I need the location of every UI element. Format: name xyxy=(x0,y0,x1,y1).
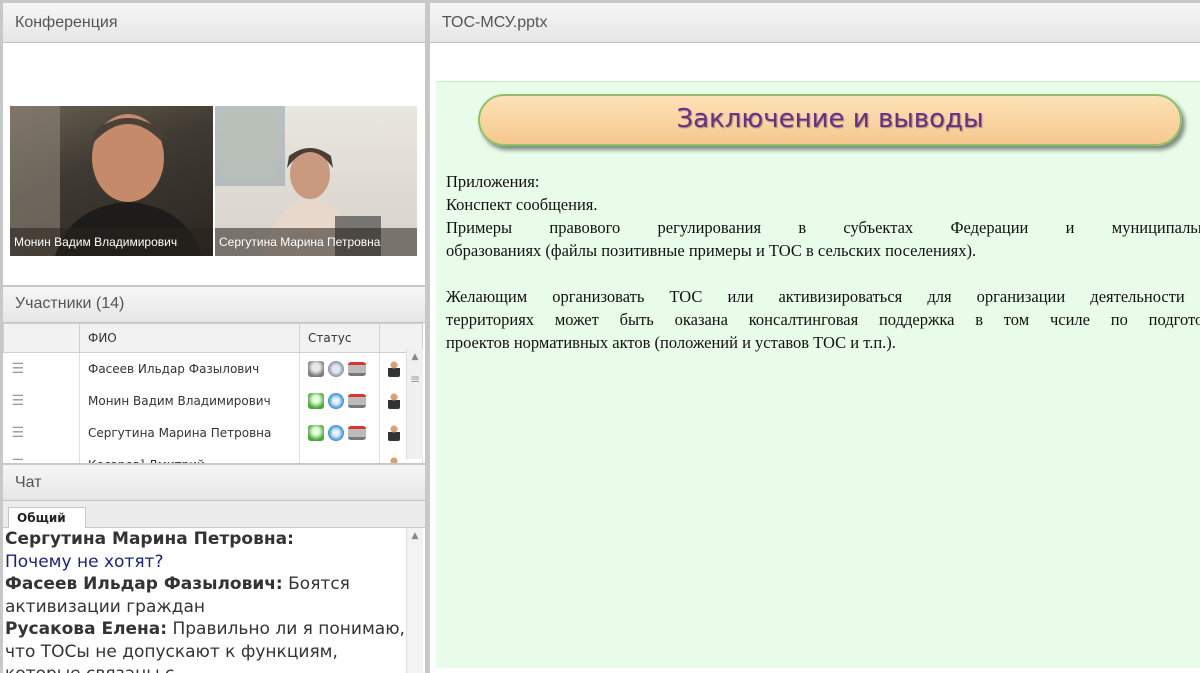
chat-tabs: Общий xyxy=(3,501,425,528)
slide-line: Приложения: xyxy=(446,172,540,191)
screen-share-icon[interactable] xyxy=(348,362,366,376)
camera-icon[interactable] xyxy=(328,425,344,441)
scroll-up-icon[interactable]: ▲ xyxy=(407,528,423,544)
chat-message: Фасеев Ильдар Фазылович: Боятся активиза… xyxy=(5,573,405,618)
slide-line: образованиях (файлы позитивные примеры и… xyxy=(446,241,977,260)
video-tile-sergutina[interactable]: Сергутина Марина Петровна xyxy=(215,106,417,256)
user-role-icon xyxy=(388,457,400,463)
slide-title: Заключение и выводы xyxy=(478,94,1182,146)
table-row[interactable]: ☰ Фасеев Ильдар Фазылович xyxy=(3,352,423,385)
chat-scrollbar[interactable]: ▲ xyxy=(406,528,423,673)
table-row[interactable]: ☰ Кесарев] Дмитрий xyxy=(3,449,423,463)
microphone-icon[interactable] xyxy=(308,425,324,441)
slide-line: Конспект сообщения. xyxy=(446,195,598,214)
chat-messages: Сергутина Марина Петровна: Почему не хот… xyxy=(5,528,405,673)
table-row[interactable]: ☰ Монин Вадим Владимирович xyxy=(3,385,423,417)
slide-line: Желающим организовать ТОС или активизиро… xyxy=(446,287,1200,306)
chat-message: Русакова Елена: Правильно ли я понимаю, … xyxy=(5,618,405,673)
slide-line: территориях может быть оказана консалтин… xyxy=(446,310,1200,329)
user-role-icon xyxy=(388,393,400,409)
participants-title: Участники (14) xyxy=(3,287,425,323)
participants-scrollbar[interactable]: ▲ ≡ xyxy=(406,349,423,459)
message-text: Почему не хотят? xyxy=(5,551,164,572)
camera-icon[interactable] xyxy=(328,361,344,377)
participants-table: ФИО Статус ☰ Фасеев Ильдар Фазылович ☰ М… xyxy=(3,323,423,463)
presentation-panel: ТОС-МСУ.pptx Заключение и выводы Приложе… xyxy=(430,3,1200,673)
slide-line: Примеры правового регулирования в субъек… xyxy=(446,218,1200,237)
participant-name: Монин Вадим Владимирович xyxy=(79,385,300,417)
tab-general[interactable]: Общий xyxy=(8,507,86,528)
slide-body: Приложения: Конспект сообщения. Примеры … xyxy=(446,170,1200,354)
screen-share-icon[interactable] xyxy=(348,394,366,408)
message-author: Сергутина Марина Петровна: xyxy=(5,529,294,549)
drag-handle-icon[interactable]: ☰ xyxy=(12,361,25,377)
video-caption-sergutina: Сергутина Марина Петровна xyxy=(215,228,417,256)
message-author: Русакова Елена: xyxy=(5,619,168,639)
chat-message: Сергутина Марина Петровна: Почему не хот… xyxy=(5,528,405,573)
drag-handle-icon[interactable]: ☰ xyxy=(12,457,25,463)
participant-name: Кесарев] Дмитрий xyxy=(79,449,300,463)
column-header-name[interactable]: ФИО xyxy=(79,323,300,353)
participant-name: Фасеев Ильдар Фазылович xyxy=(79,352,300,385)
user-role-icon xyxy=(388,361,400,377)
scroll-up-icon[interactable]: ▲ xyxy=(407,349,423,365)
message-author: Фасеев Ильдар Фазылович: xyxy=(5,574,283,594)
screen-share-icon[interactable] xyxy=(348,426,366,440)
video-tile-monin[interactable]: Монин Вадим Владимирович xyxy=(10,106,213,256)
conference-panel: Конференция Монин Вадим Владимирович Сер… xyxy=(3,3,425,285)
chat-title: Чат xyxy=(3,465,425,501)
participant-name: Сергутина Марина Петровна xyxy=(79,417,300,449)
drag-handle-icon[interactable]: ☰ xyxy=(12,393,25,409)
user-role-icon xyxy=(388,425,400,441)
conference-title: Конференция xyxy=(3,3,425,43)
microphone-icon[interactable] xyxy=(308,393,324,409)
drag-handle-icon[interactable]: ☰ xyxy=(12,425,25,441)
column-header-grip xyxy=(3,323,80,353)
video-caption-monin: Монин Вадим Владимирович xyxy=(10,228,213,256)
slide-canvas: Заключение и выводы Приложения: Конспект… xyxy=(436,81,1200,668)
slide-line: проектов нормативных актов (положений и … xyxy=(446,333,896,352)
participants-panel: Участники (14) ФИО Статус ☰ Фасеев Ильда… xyxy=(3,287,425,463)
microphone-icon[interactable] xyxy=(308,361,324,377)
column-header-status[interactable]: Статус xyxy=(299,323,380,353)
table-row[interactable]: ☰ Сергутина Марина Петровна xyxy=(3,417,423,449)
chat-panel: Чат Общий Сергутина Марина Петровна: Поч… xyxy=(3,465,425,673)
scroll-thumb[interactable]: ≡ xyxy=(409,369,421,389)
presentation-filename: ТОС-МСУ.pptx xyxy=(430,3,1200,43)
camera-icon[interactable] xyxy=(328,393,344,409)
